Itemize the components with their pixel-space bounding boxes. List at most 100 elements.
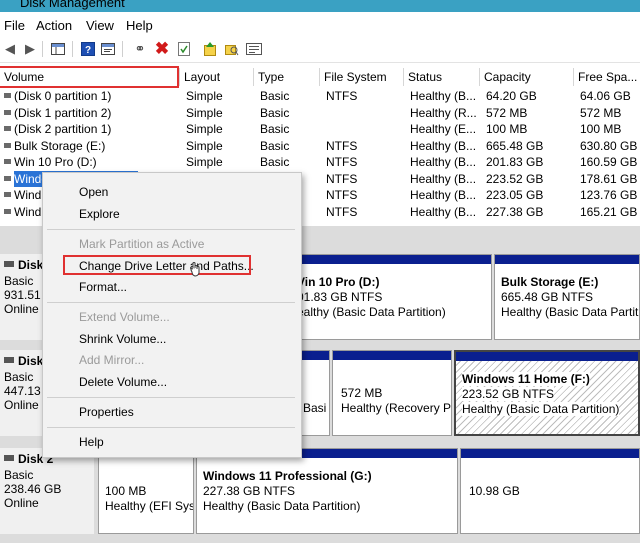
partition[interactable]: Vin 10 Pro (D:) 01.83 GB NTFS ealthy (Ba… — [290, 254, 492, 340]
partition[interactable]: Windows 11 Professional (G:) 227.38 GB N… — [196, 448, 458, 534]
partition-status: Healthy (Basic Data Partition) — [203, 499, 361, 513]
table-row[interactable]: (Disk 2 partition 1) Simple Basic Healthy (… — [0, 121, 640, 137]
properties-icon[interactable] — [100, 41, 116, 57]
cell-capacity: 665.48 GB — [486, 138, 544, 153]
connect-icon[interactable]: ⚭ — [132, 41, 148, 57]
cell-volume: Win 10 Pro (D:) — [14, 155, 97, 169]
column-layout[interactable]: Layout — [180, 68, 254, 86]
cell-file-system: NTFS — [326, 188, 358, 202]
disk-type: Basic — [4, 468, 34, 482]
menu-item-help[interactable]: Help — [79, 435, 104, 449]
menu-action[interactable]: Action — [36, 18, 72, 33]
cell-status: Healthy (B... — [410, 155, 477, 169]
partition[interactable]: 100 MB Healthy (EFI Syst — [98, 448, 194, 534]
partition[interactable]: 572 MB Healthy (Recovery Pa — [332, 350, 452, 436]
volume-icon — [4, 126, 11, 131]
table-row[interactable]: (Disk 0 partition 1) Simple Basic NTFS Healt… — [0, 88, 640, 104]
cell-status: Healthy (B... — [410, 188, 477, 202]
menu-separator — [47, 302, 295, 303]
partition-size: 665.48 GB NTFS — [501, 290, 594, 304]
menu-separator — [47, 397, 295, 398]
partition-size: 572 MB — [341, 386, 383, 400]
cell-type: Basic — [260, 155, 290, 169]
toolbar: ◀ ▶ ? ⚭ ✖ — [0, 36, 640, 63]
partition[interactable]: Bulk Storage (E:) 665.48 GB NTFS Healthy… — [494, 254, 640, 340]
context-menu: Open Explore Mark Partition as Active Ch… — [42, 172, 302, 458]
volume-icon — [4, 208, 11, 214]
cell-layout: Simple — [186, 155, 223, 169]
partition-status: Healthy (EFI Syst — [105, 499, 194, 513]
menu-separator — [47, 427, 295, 428]
menu-item-open[interactable]: Open — [79, 185, 108, 199]
cell-type: Basic — [260, 138, 290, 153]
cell-layout: Simple — [186, 105, 223, 120]
console-tree-icon[interactable] — [50, 41, 66, 57]
cell-layout: Simple — [186, 138, 223, 153]
forward-arrow-icon[interactable]: ▶ — [22, 41, 38, 57]
menu-item-shrink-volume[interactable]: Shrink Volume... — [79, 332, 166, 346]
details-view-icon[interactable] — [246, 41, 262, 57]
cell-free-space: 178.61 GB — [580, 171, 638, 186]
partition-bar — [456, 352, 638, 361]
cell-free-space: 100 MB — [580, 122, 622, 136]
back-arrow-icon[interactable]: ◀ — [2, 41, 18, 57]
cell-volume: Bulk Storage (E:) — [14, 138, 106, 153]
menu-item-explore[interactable]: Explore — [79, 207, 120, 221]
search-folder-icon[interactable] — [224, 41, 240, 57]
table-row[interactable]: Win 10 Pro (D:) Simple Basic NTFS Healthy (B… — [0, 154, 640, 170]
disk-state: Online — [4, 398, 39, 412]
partition-status: Basi — [303, 401, 327, 415]
partition-size: 01.83 GB NTFS — [297, 290, 383, 304]
check-icon[interactable] — [176, 41, 192, 57]
menu-view[interactable]: View — [86, 18, 114, 33]
volume-icon — [4, 109, 11, 115]
partition-name: Vin 10 Pro (D:) — [297, 275, 380, 289]
menu-item-format[interactable]: Format... — [79, 280, 127, 294]
cell-type: Basic — [260, 105, 290, 120]
partition[interactable]: 10.98 GB — [460, 448, 640, 534]
disk-state: Online — [4, 496, 39, 510]
folder-up-icon[interactable] — [202, 41, 218, 57]
cell-status: Healthy (E... — [410, 122, 477, 136]
menu-help[interactable]: Help — [126, 18, 153, 33]
cell-free-space: 123.76 GB — [580, 188, 638, 202]
help-icon[interactable]: ? — [80, 41, 96, 57]
partition-selected[interactable]: Windows 11 Home (F:) 223.52 GB NTFS Heal… — [454, 350, 640, 436]
svg-text:?: ? — [85, 45, 91, 56]
cell-free-space: 572 MB — [580, 105, 622, 120]
column-free-space[interactable]: Free Spa... — [574, 68, 640, 86]
partition-name: Windows 11 Professional (G:) — [203, 469, 372, 483]
partition-bar — [333, 351, 451, 360]
column-capacity[interactable]: Capacity — [480, 68, 574, 86]
menu-item-properties[interactable]: Properties — [79, 405, 134, 419]
menu-item-delete-volume[interactable]: Delete Volume... — [79, 375, 167, 389]
cell-capacity: 227.38 GB — [486, 204, 544, 219]
partition-size: 100 MB — [105, 484, 147, 498]
cell-free-space: 64.06 GB — [580, 89, 631, 103]
cell-volume: (Disk 1 partition 2) — [14, 105, 112, 120]
delete-icon[interactable]: ✖ — [154, 40, 170, 57]
toolbar-separator — [72, 41, 73, 57]
menu-file[interactable]: File — [4, 18, 25, 33]
column-file-system[interactable]: File System — [320, 68, 404, 86]
volume-column-highlight — [0, 66, 179, 88]
table-row[interactable]: (Disk 1 partition 2) Simple Basic Healthy (… — [0, 105, 640, 121]
cell-free-space: 160.59 GB — [580, 155, 638, 169]
title-bar: Disk Management — [0, 0, 640, 12]
menu-item-extend-volume: Extend Volume... — [79, 310, 170, 324]
cell-file-system: NTFS — [326, 138, 358, 153]
column-type[interactable]: Type — [254, 68, 320, 86]
partition-size: 10.98 GB — [469, 484, 520, 498]
mouse-cursor-icon — [190, 262, 200, 277]
cell-capacity: 223.52 GB — [486, 171, 544, 186]
disk-name: Disk — [18, 258, 44, 272]
column-status[interactable]: Status — [404, 68, 480, 86]
disk-info[interactable]: Disk 2 Basic 238.46 GB Online — [0, 448, 94, 534]
partition-bar — [291, 255, 491, 264]
cell-status: Healthy (B... — [410, 204, 477, 219]
table-row[interactable]: Bulk Storage (E:) Simple Basic NTFS Healthy … — [0, 138, 640, 154]
menu-bar: File Action View Help — [0, 14, 640, 36]
cell-status: Healthy (B... — [410, 138, 477, 153]
partition-status: Healthy (Basic Data Partition) — [462, 402, 620, 416]
window-title: Disk Management — [20, 0, 125, 10]
